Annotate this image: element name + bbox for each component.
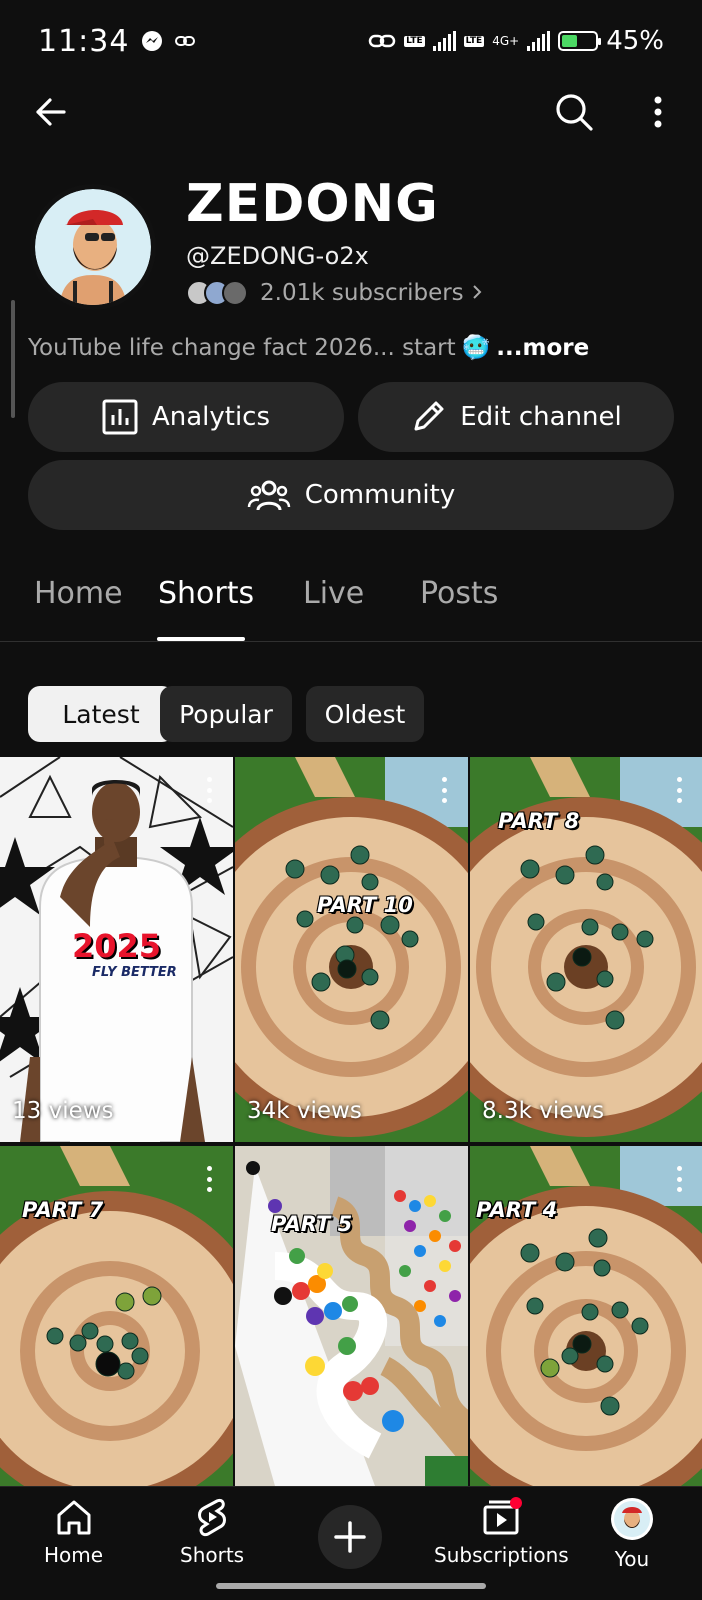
- edit-channel-label: Edit channel: [460, 402, 622, 432]
- short-thumbnail: [235, 1146, 468, 1486]
- short-menu-button[interactable]: [203, 777, 215, 803]
- short-thumbnail: [470, 1146, 702, 1486]
- description-text: YouTube life change fact 2026... start: [28, 334, 456, 361]
- more-link[interactable]: ...more: [496, 335, 589, 361]
- community-button[interactable]: Community: [28, 460, 674, 530]
- channel-tabs: Home Shorts Live Posts: [0, 560, 702, 642]
- short-views: 34k views: [247, 1098, 362, 1124]
- nav-shorts-label: Shorts: [180, 1543, 245, 1567]
- overlay-part: PART 4: [476, 1198, 558, 1222]
- signal-2-icon: [527, 31, 551, 51]
- overlay-subtitle: FLY BETTER: [92, 965, 177, 980]
- subscriber-avatars: [186, 280, 248, 306]
- short-tile[interactable]: PART 7: [0, 1146, 233, 1486]
- short-tile[interactable]: PART 5: [235, 1146, 468, 1486]
- chip-latest[interactable]: Latest: [28, 686, 174, 742]
- pencil-icon: [414, 401, 444, 431]
- chip-oldest[interactable]: Oldest: [306, 686, 424, 742]
- nav-subscriptions-label: Subscriptions: [434, 1543, 569, 1567]
- short-tile[interactable]: PART 8 8.3k views: [470, 757, 702, 1142]
- home-icon: [57, 1500, 91, 1535]
- community-icon: [247, 480, 290, 511]
- subscribers-row[interactable]: 2.01k subscribers: [186, 280, 482, 306]
- scroll-indicator: [11, 300, 15, 418]
- nav-home[interactable]: Home: [44, 1497, 103, 1567]
- more-options-button[interactable]: [640, 88, 676, 136]
- more-vert-icon: [654, 96, 662, 128]
- nav-you[interactable]: You: [610, 1497, 654, 1571]
- notification-dot: [510, 1497, 523, 1509]
- short-menu-button[interactable]: [673, 1166, 685, 1192]
- overlay-year: 2025: [72, 927, 162, 965]
- status-right: LTE LTE 4G+ 45%: [368, 26, 664, 56]
- analytics-button[interactable]: Analytics: [28, 382, 344, 452]
- nav-you-label: You: [614, 1547, 650, 1571]
- description-emoji: 🥶: [461, 335, 491, 361]
- back-button[interactable]: [28, 90, 72, 134]
- overlay-part: PART 5: [271, 1212, 353, 1236]
- short-tile[interactable]: PART 10 34k views: [235, 757, 468, 1142]
- active-tab-indicator: [157, 637, 245, 641]
- status-bar: 11:34 LTE LTE 4G+ 45%: [0, 0, 702, 82]
- overlay-part: PART 10: [317, 893, 413, 917]
- short-thumbnail: [0, 1146, 233, 1486]
- volte-badge-2-icon: LTE: [463, 35, 485, 47]
- channel-handle: @ZEDONG-o2x: [186, 242, 369, 270]
- cartoon-avatar-image: [35, 189, 151, 305]
- battery-percent: 45%: [606, 26, 664, 56]
- messenger-icon: [141, 30, 163, 52]
- status-time: 11:34: [38, 23, 130, 59]
- short-tile[interactable]: PART 4: [470, 1146, 702, 1486]
- subscriber-count: 2.01k subscribers: [260, 280, 464, 306]
- channel-avatar[interactable]: [30, 184, 156, 310]
- analytics-label: Analytics: [151, 402, 271, 432]
- tab-live[interactable]: Live: [303, 576, 364, 611]
- community-label: Community: [304, 480, 456, 510]
- avatar: [611, 1498, 653, 1540]
- short-menu-button[interactable]: [673, 777, 685, 803]
- nav-subscriptions[interactable]: Subscriptions: [434, 1497, 569, 1567]
- status-left: 11:34: [38, 23, 196, 59]
- nav-home-label: Home: [44, 1543, 104, 1567]
- overlay-part: PART 8: [498, 809, 580, 833]
- add-icon: [334, 1521, 366, 1553]
- short-tile[interactable]: 2025 FLY BETTER 13 views: [0, 757, 233, 1142]
- battery-fill: [562, 35, 578, 47]
- nav-shorts[interactable]: Shorts: [180, 1497, 244, 1567]
- analytics-icon: [102, 399, 138, 435]
- subscriptions-icon: [483, 1497, 523, 1535]
- battery-icon: [558, 31, 602, 51]
- search-button[interactable]: [550, 88, 598, 136]
- overlay-part: PART 7: [22, 1198, 104, 1222]
- edit-channel-button[interactable]: Edit channel: [358, 382, 674, 452]
- create-button[interactable]: [318, 1505, 382, 1569]
- volte-badge-icon: LTE: [404, 35, 425, 47]
- short-views: 8.3k views: [482, 1098, 605, 1124]
- tab-posts[interactable]: Posts: [420, 576, 498, 611]
- chevron-right-icon: [472, 280, 482, 306]
- search-icon: [556, 94, 593, 131]
- shorts-icon: [198, 1498, 227, 1537]
- short-menu-button[interactable]: [438, 777, 450, 803]
- network-type: 4G+: [492, 34, 520, 48]
- hotspot-link-icon: [368, 32, 396, 50]
- arrow-left-icon: [36, 98, 66, 126]
- short-views: 13 views: [12, 1098, 114, 1124]
- gesture-home-indicator[interactable]: [216, 1583, 486, 1589]
- top-app-bar: [0, 82, 702, 138]
- subscriber-avatar: [222, 280, 248, 306]
- tab-home[interactable]: Home: [34, 576, 123, 611]
- short-menu-button[interactable]: [203, 1166, 215, 1192]
- channel-description[interactable]: YouTube life change fact 2026... start 🥶…: [28, 334, 589, 362]
- signal-icon: [432, 31, 456, 51]
- link-icon: [175, 34, 196, 48]
- short-thumbnail: [235, 757, 468, 1142]
- chip-popular[interactable]: Popular: [160, 686, 292, 742]
- tab-shorts[interactable]: Shorts: [158, 576, 254, 611]
- channel-name: ZEDONG: [186, 174, 439, 234]
